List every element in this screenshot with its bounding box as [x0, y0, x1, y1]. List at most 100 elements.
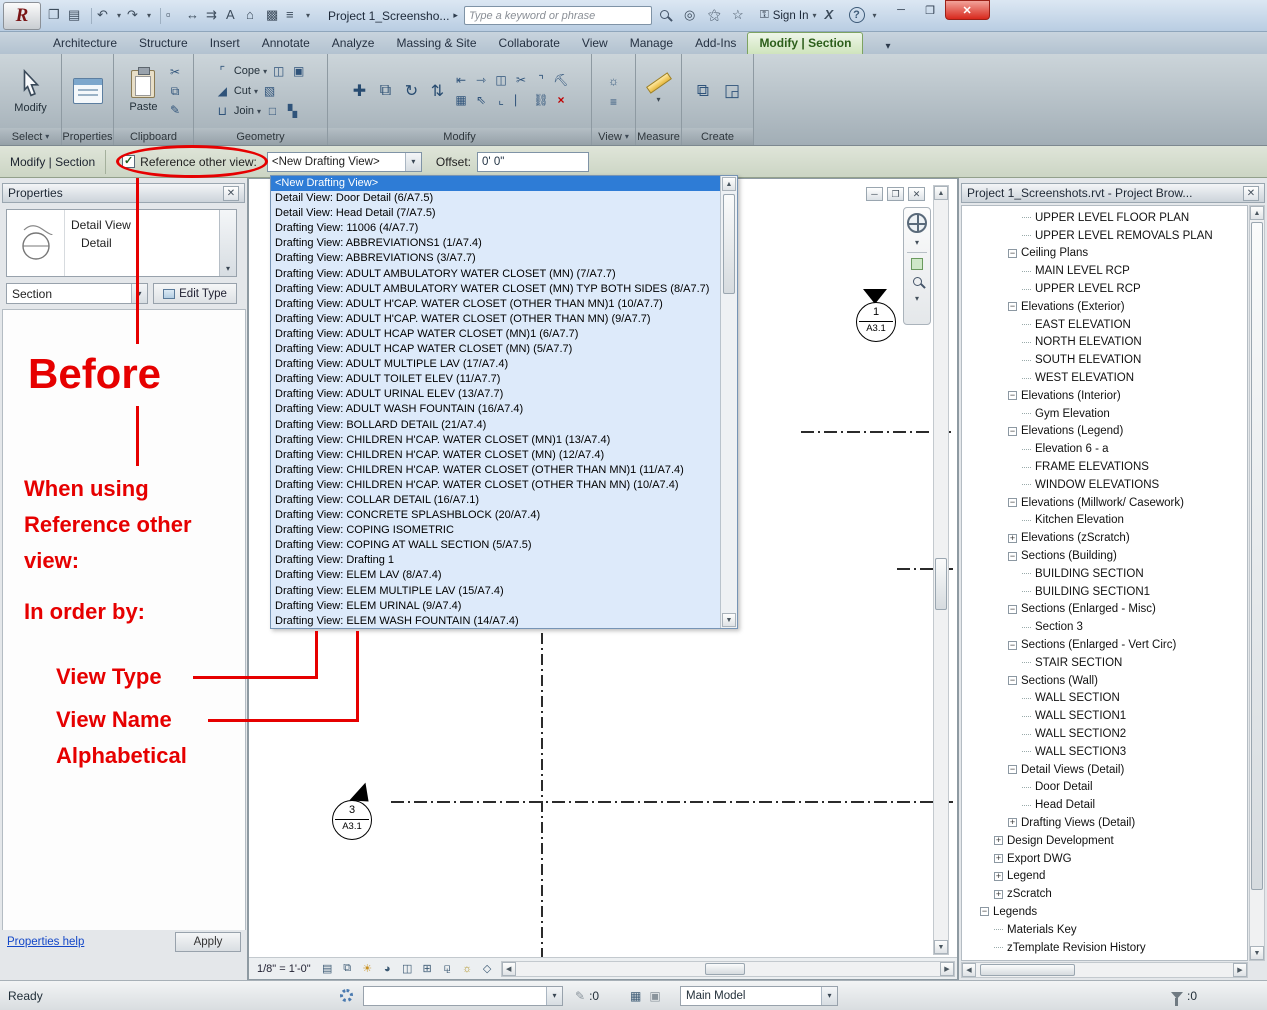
chevron-down-icon[interactable]: ▾ [405, 153, 421, 171]
redo-icon[interactable]: ↷ [127, 7, 145, 25]
browser-tree-item[interactable]: WALL SECTION1 [962, 707, 1247, 725]
ribbon-tab[interactable]: Analyze [321, 33, 386, 54]
scrollbar-thumb[interactable] [935, 558, 947, 610]
collapse-icon[interactable]: − [1008, 427, 1017, 436]
view-list-item[interactable]: Detail View: Door Detail (6/A7.5) [271, 191, 720, 206]
scroll-up-icon[interactable]: ▲ [1250, 206, 1264, 220]
browser-tree-item[interactable]: −Sections (Enlarged - Misc) [962, 601, 1247, 619]
scroll-down-icon[interactable]: ▼ [1250, 946, 1264, 960]
browser-tree-item[interactable]: −Elevations (Exterior) [962, 298, 1247, 316]
help-icon[interactable]: ? [849, 7, 867, 25]
view-list-item[interactable]: Drafting View: CONCRETE SPLASHBLOCK (20/… [271, 508, 720, 523]
browser-tree-item[interactable]: Elevation 6 - a [962, 440, 1247, 458]
mirror-icon[interactable]: ⇅ [426, 79, 450, 103]
collapse-icon[interactable]: − [1008, 605, 1017, 614]
browser-tree-item[interactable]: EAST ELEVATION [962, 316, 1247, 334]
trim-corner-icon[interactable]: ⌞ [493, 92, 510, 109]
temporary-hide-icon[interactable]: ⚼ [439, 960, 456, 977]
scroll-up-icon[interactable]: ▲ [722, 177, 736, 191]
collapse-icon[interactable]: − [1008, 249, 1017, 258]
modify-button[interactable]: Modify [8, 66, 52, 117]
browser-tree-item[interactable]: Gym Elevation [962, 405, 1247, 423]
collapse-icon[interactable]: − [1008, 302, 1017, 311]
paste-button[interactable]: Paste [123, 67, 163, 116]
browser-tree-item[interactable]: FRAME ELEVATIONS [962, 458, 1247, 476]
view-list-item[interactable]: Drafting View: COPING ISOMETRIC [271, 523, 720, 538]
view-list-item[interactable]: Drafting View: ADULT H'CAP. WATER CLOSET… [271, 312, 720, 327]
expand-icon[interactable]: + [994, 836, 1003, 845]
view-list-item[interactable]: Drafting View: ADULT TOILET ELEV (11/A7.… [271, 372, 720, 387]
join-button[interactable]: ⊔ Join▾ □ ▚ [214, 103, 307, 120]
view-close-icon[interactable]: ✕ [908, 187, 925, 201]
browser-tree-item[interactable]: −Legends [962, 903, 1247, 921]
collapse-icon[interactable]: − [980, 907, 989, 916]
offset-input[interactable]: 0' 0" [477, 152, 589, 172]
legend-component-icon[interactable]: ◲ [719, 78, 745, 104]
cut-geometry-icon[interactable]: ◫ [270, 63, 287, 80]
array-icon[interactable]: ▦ [453, 92, 470, 109]
browser-tree-item[interactable]: −Elevations (Interior) [962, 387, 1247, 405]
maximize-button[interactable]: ❐ [916, 0, 945, 20]
section-icon[interactable]: ▩ [266, 7, 284, 25]
view-list-item[interactable]: Drafting View: ADULT MULTIPLE LAV (17/A7… [271, 357, 720, 372]
help-dropdown-icon[interactable]: ▾ [873, 11, 877, 20]
exchange-apps-icon[interactable]: X [825, 7, 843, 25]
scrollbar-thumb[interactable] [705, 963, 745, 975]
undo-dropdown-icon[interactable]: ▾ [117, 11, 125, 20]
modify-tab-dropdown-icon[interactable]: ▾ [877, 39, 898, 54]
rotate-icon[interactable]: ↻ [400, 79, 424, 103]
popup-scrollbar[interactable]: ▲ ▼ [720, 176, 737, 628]
collapse-icon[interactable]: − [1008, 765, 1017, 774]
view-list-item[interactable]: Drafting View: ABBREVIATIONS1 (1/A7.4) [271, 236, 720, 251]
view-list-item[interactable]: Drafting View: COPING AT WALL SECTION (5… [271, 538, 720, 553]
reference-view-dropdown[interactable]: <New Drafting View> ▾ [267, 152, 422, 172]
pin-icon[interactable]: ⛏ [553, 72, 570, 89]
scale-button[interactable]: 1/8" = 1'-0" [257, 963, 311, 975]
minimize-button[interactable]: ─ [887, 0, 916, 20]
view-list-item[interactable]: <New Drafting View> [271, 176, 720, 191]
reveal-hidden-icon[interactable]: ☼ [459, 960, 476, 977]
trim-extend-icon[interactable]: ⌝ [533, 72, 550, 89]
browser-tree-item[interactable]: Head Detail [962, 796, 1247, 814]
chevron-down-icon[interactable]: ▾ [219, 210, 236, 276]
scrollbar-thumb[interactable] [723, 194, 735, 294]
view-list-item[interactable]: Drafting View: ADULT H'CAP. WATER CLOSET… [271, 297, 720, 312]
mirror-axis-icon[interactable]: ◫ [493, 72, 510, 89]
view-list-item[interactable]: Drafting View: CHILDREN H'CAP. WATER CLO… [271, 433, 720, 448]
visual-style-icon[interactable]: ⧉ [339, 960, 356, 977]
split-gap-icon[interactable]: ⎸ [513, 92, 530, 109]
view-visibility-icon[interactable]: ☼ [605, 72, 622, 89]
expand-icon[interactable]: + [994, 854, 1003, 863]
browser-tree-item[interactable]: +Export DWG [962, 850, 1247, 868]
design-option-dropdown[interactable]: Main Model ▾ [680, 986, 838, 1006]
apply-coping-icon[interactable]: ▣ [290, 63, 307, 80]
apply-button[interactable]: Apply [175, 932, 241, 952]
cut-button[interactable]: ◢ Cut▾ ▧ [214, 83, 307, 100]
view-list-item[interactable]: Drafting View: BOLLARD DETAIL (21/A7.4) [271, 418, 720, 433]
aligned-dimension-icon[interactable]: ⇉ [206, 7, 224, 25]
section-marker-3[interactable]: 3 A3.1 [331, 787, 373, 843]
ribbon-tab[interactable]: View [571, 33, 619, 54]
sun-path-icon[interactable]: ☀ [359, 960, 376, 977]
section-marker-1[interactable]: 1 A3.1 [855, 289, 897, 345]
view-list-item[interactable]: Drafting View: ELEM URINAL (9/A7.4) [271, 599, 720, 614]
browser-tree-item[interactable]: STAIR SECTION [962, 654, 1247, 672]
view-list-item[interactable]: Drafting View: Drafting 1 [271, 553, 720, 568]
expand-icon[interactable]: + [1008, 534, 1017, 543]
collapse-icon[interactable]: − [1008, 498, 1017, 507]
view-list-item[interactable]: Drafting View: ADULT HCAP WATER CLOSET (… [271, 342, 720, 357]
browser-tree-item[interactable]: UPPER LEVEL FLOOR PLAN [962, 209, 1247, 227]
exclude-options-icon[interactable]: ▣ [649, 989, 660, 1003]
search-icon[interactable] [660, 7, 678, 25]
browser-tree-item[interactable]: Door Detail [962, 779, 1247, 797]
detail-level-icon[interactable]: ▤ [319, 960, 336, 977]
browser-tree-item[interactable]: −Sections (Building) [962, 547, 1247, 565]
browser-tree-item[interactable]: Kitchen Elevation [962, 512, 1247, 530]
browser-tree-item[interactable]: UPPER LEVEL RCP [962, 280, 1247, 298]
view-list-item[interactable]: Drafting View: CHILDREN H'CAP. WATER CLO… [271, 448, 720, 463]
browser-tree-item[interactable]: zTemplate Revision History [962, 939, 1247, 957]
browser-tree-item[interactable]: −Sections (Enlarged - Vert Circ) [962, 636, 1247, 654]
chevron-down-icon[interactable]: ▾ [821, 987, 837, 1005]
view-list-item[interactable]: Drafting View: ADULT HCAP WATER CLOSET (… [271, 327, 720, 342]
view-list-item[interactable]: Drafting View: ELEM MULTIPLE LAV (15/A7.… [271, 584, 720, 599]
